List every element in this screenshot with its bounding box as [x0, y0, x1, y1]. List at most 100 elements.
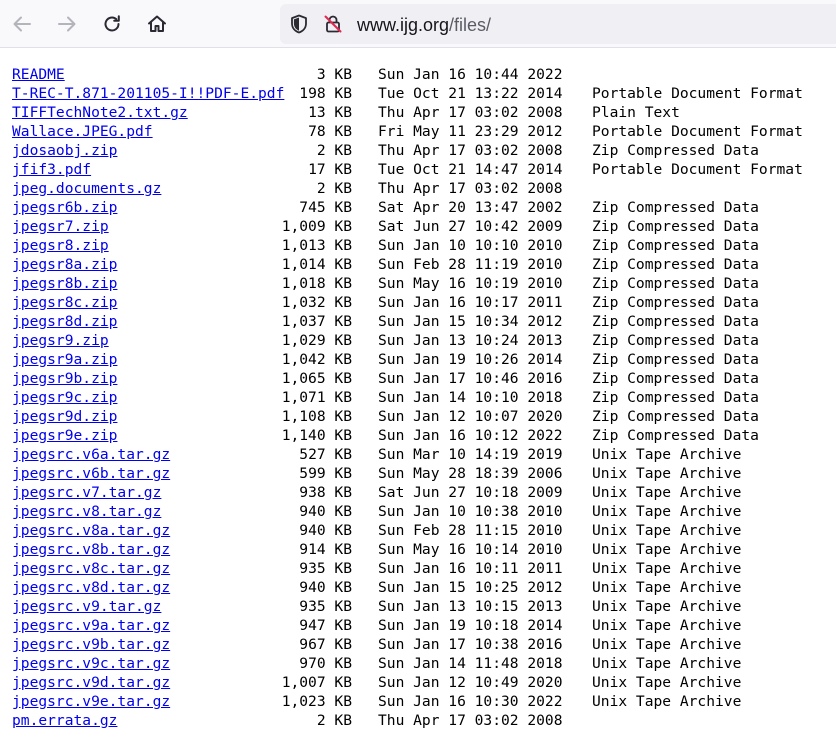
- file-type: Unix Tape Archive: [592, 484, 742, 501]
- forward-button[interactable]: [51, 8, 83, 40]
- file-date: Sun Jan 17 10:38 2016: [378, 636, 563, 653]
- file-date: Thu Apr 17 03:02 2008: [378, 104, 563, 121]
- url-path: /files/: [449, 15, 492, 35]
- file-link[interactable]: jdosaobj.zip: [12, 141, 117, 160]
- file-link[interactable]: jpegsrc.v9c.tar.gz: [12, 654, 170, 673]
- file-type: Unix Tape Archive: [592, 560, 742, 577]
- file-link[interactable]: jpegsrc.v6a.tar.gz: [12, 445, 170, 464]
- file-date: Sun Jan 16 10:17 2011: [378, 294, 563, 311]
- back-button[interactable]: [6, 8, 38, 40]
- file-date: Sun Jan 12 10:49 2020: [378, 674, 563, 691]
- file-link[interactable]: jpegsr8d.zip: [12, 312, 117, 331]
- file-date: Tue Oct 21 14:47 2014: [378, 161, 563, 178]
- file-link[interactable]: Wallace.JPEG.pdf: [12, 122, 153, 141]
- reload-button[interactable]: [96, 8, 128, 40]
- file-date: Sun Jan 10 10:38 2010: [378, 503, 563, 520]
- file-type: Zip Compressed Data: [592, 389, 759, 406]
- file-date: Sun Feb 28 11:19 2010: [378, 256, 563, 273]
- file-link[interactable]: jpegsrc.v7.tar.gz: [12, 483, 161, 502]
- file-link[interactable]: jpegsrc.v6b.tar.gz: [12, 464, 170, 483]
- file-link[interactable]: jpeg.documents.gz: [12, 179, 161, 198]
- file-date: Sun Jan 14 10:10 2018: [378, 389, 563, 406]
- file-type: Zip Compressed Data: [592, 370, 759, 387]
- file-link[interactable]: README: [12, 65, 65, 84]
- file-link[interactable]: jpegsr7.zip: [12, 217, 109, 236]
- file-type: Unix Tape Archive: [592, 617, 742, 634]
- url-host: www.ijg.org: [357, 15, 450, 35]
- file-link[interactable]: jpegsrc.v8c.tar.gz: [12, 559, 170, 578]
- file-date: Thu Apr 17 03:02 2008: [378, 142, 563, 159]
- file-type: Unix Tape Archive: [592, 579, 742, 596]
- address-bar[interactable]: www.ijg.org/files/: [280, 4, 836, 44]
- file-link[interactable]: jpegsr9b.zip: [12, 369, 117, 388]
- home-button[interactable]: [141, 8, 173, 40]
- file-date: Sat Apr 20 13:47 2002: [378, 199, 563, 216]
- file-link[interactable]: jpegsrc.v8a.tar.gz: [12, 521, 170, 540]
- file-type: Unix Tape Archive: [592, 465, 742, 482]
- file-date: Sun Jan 15 10:25 2012: [378, 579, 563, 596]
- file-date: Sun Jan 16 10:12 2022: [378, 427, 563, 444]
- file-link[interactable]: jpegsrc.v8.tar.gz: [12, 502, 161, 521]
- file-type: Unix Tape Archive: [592, 655, 742, 672]
- file-type: Portable Document Format: [592, 123, 803, 140]
- file-type: Unix Tape Archive: [592, 636, 742, 653]
- file-link[interactable]: jpegsr9d.zip: [12, 407, 117, 426]
- file-type: Portable Document Format: [592, 85, 803, 102]
- file-link[interactable]: jpegsrc.v9d.tar.gz: [12, 673, 170, 692]
- file-date: Sun Jan 12 10:07 2020: [378, 408, 563, 425]
- file-type: Zip Compressed Data: [592, 294, 759, 311]
- file-link[interactable]: jpegsr9e.zip: [12, 426, 117, 445]
- file-date: Sun Jan 16 10:44 2022: [378, 66, 563, 83]
- file-link[interactable]: jpegsrc.v9b.tar.gz: [12, 635, 170, 654]
- file-link[interactable]: jpegsr9.zip: [12, 331, 109, 350]
- file-type: Unix Tape Archive: [592, 541, 742, 558]
- file-link[interactable]: jpegsr8a.zip: [12, 255, 117, 274]
- file-date: Sun Jan 17 10:46 2016: [378, 370, 563, 387]
- file-link[interactable]: jpegsr8b.zip: [12, 274, 117, 293]
- file-type: Unix Tape Archive: [592, 674, 742, 691]
- file-type: Unix Tape Archive: [592, 446, 742, 463]
- file-date: Sun Jan 14 11:48 2018: [378, 655, 563, 672]
- file-date: Sun Jan 19 10:26 2014: [378, 351, 563, 368]
- file-date: Sat Jun 27 10:42 2009: [378, 218, 563, 235]
- file-date: Sun Jan 13 10:24 2013: [378, 332, 563, 349]
- file-type: Portable Document Format: [592, 161, 803, 178]
- file-link[interactable]: jpegsrc.v9e.tar.gz: [12, 692, 170, 711]
- file-date: Sun Jan 10 10:10 2010: [378, 237, 563, 254]
- file-link[interactable]: jpegsrc.v8b.tar.gz: [12, 540, 170, 559]
- file-date: Sat Jun 27 10:18 2009: [378, 484, 563, 501]
- file-link[interactable]: jpegsr8.zip: [12, 236, 109, 255]
- file-link[interactable]: jpegsrc.v9.tar.gz: [12, 597, 161, 616]
- file-date: Sun Mar 10 14:19 2019: [378, 446, 563, 463]
- file-type: Zip Compressed Data: [592, 142, 759, 159]
- file-type: Zip Compressed Data: [592, 256, 759, 273]
- insecure-lock-icon[interactable]: [322, 13, 344, 35]
- file-link[interactable]: TIFFTechNote2.txt.gz: [12, 103, 188, 122]
- file-type: Unix Tape Archive: [592, 693, 742, 710]
- file-link[interactable]: pm.errata.gz: [12, 711, 117, 730]
- file-link[interactable]: jpegsr8c.zip: [12, 293, 117, 312]
- file-link[interactable]: jpegsr9c.zip: [12, 388, 117, 407]
- file-type: Plain Text: [592, 104, 680, 121]
- file-type: Zip Compressed Data: [592, 332, 759, 349]
- file-date: Thu Apr 17 03:02 2008: [378, 180, 563, 197]
- url-text[interactable]: www.ijg.org/files/: [357, 14, 491, 36]
- file-type: Zip Compressed Data: [592, 351, 759, 368]
- file-link[interactable]: jfif3.pdf: [12, 160, 91, 179]
- tracking-protection-shield-icon[interactable]: [288, 13, 310, 35]
- file-link[interactable]: jpegsrc.v9a.tar.gz: [12, 616, 170, 635]
- file-type: Zip Compressed Data: [592, 218, 759, 235]
- file-date: Sun Jan 19 10:18 2014: [378, 617, 563, 634]
- file-date: Sun May 16 10:14 2010: [378, 541, 563, 558]
- file-date: Sun Jan 13 10:15 2013: [378, 598, 563, 615]
- file-link[interactable]: T-REC-T.871-201105-I!!PDF-E.pdf: [12, 84, 284, 103]
- file-date: Sun Jan 16 10:11 2011: [378, 560, 563, 577]
- file-date: Sun May 28 18:39 2006: [378, 465, 563, 482]
- file-link[interactable]: jpegsr6b.zip: [12, 198, 117, 217]
- file-date: Sun May 16 10:19 2010: [378, 275, 563, 292]
- browser-toolbar: www.ijg.org/files/: [0, 0, 836, 48]
- file-link[interactable]: jpegsrc.v8d.tar.gz: [12, 578, 170, 597]
- file-link[interactable]: jpegsr9a.zip: [12, 350, 117, 369]
- file-type: Unix Tape Archive: [592, 598, 742, 615]
- file-date: Sun Feb 28 11:15 2010: [378, 522, 563, 539]
